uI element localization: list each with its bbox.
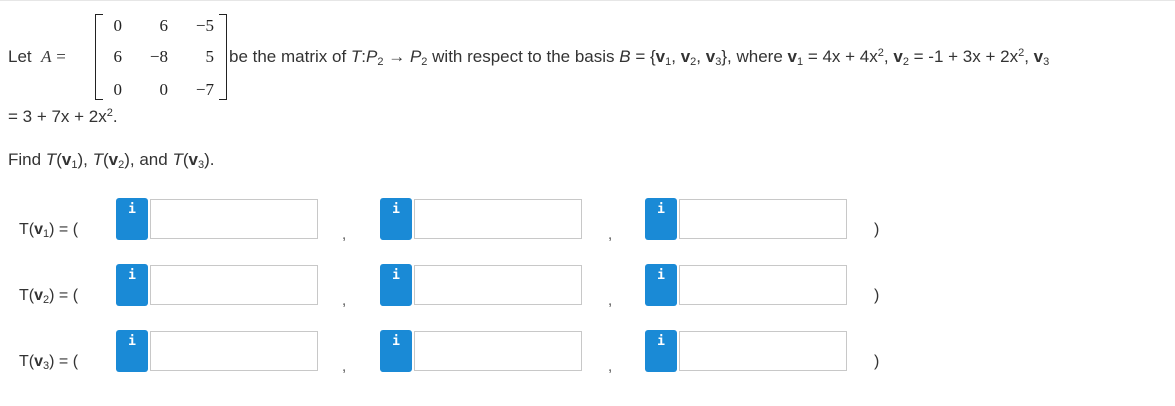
comma: , [608,292,613,309]
info-icon[interactable]: i [116,264,148,306]
info-icon[interactable]: i [645,198,677,240]
comma: , [342,292,347,309]
let-label: Let A = [8,47,66,66]
matrix-cell: 0 [113,80,123,99]
answer-field-r3-c3[interactable] [679,331,847,371]
answer-field-r1-c2[interactable] [414,199,582,239]
close-paren: ) [874,221,880,238]
info-icon[interactable]: i [645,264,677,306]
answer-field-r3-c2[interactable] [414,331,582,371]
row-label-t-v3: T(v3) = ( [19,353,79,372]
info-icon[interactable]: i [645,330,677,372]
comma: , [608,226,613,243]
matrix-cell: −8 [149,47,168,66]
row-label-t-v1: T(v1) = ( [19,221,79,240]
answer-field-r1-c1[interactable] [150,199,318,239]
matrix-cell: 0 [159,80,169,99]
answer-field-r3-c1[interactable] [150,331,318,371]
info-icon[interactable]: i [116,198,148,240]
matrix-right-bracket [219,14,227,100]
comma: , [608,358,613,375]
top-divider [0,0,1175,1]
matrix-cell: 6 [159,16,169,35]
matrix-cell: −5 [195,16,214,35]
matrix-cell: 5 [205,47,215,66]
answer-field-r2-c2[interactable] [414,265,582,305]
find-instruction: Find T(v1), T(v2), and T(v3). [8,150,215,171]
matrix-cell: −7 [195,80,214,99]
close-paren: ) [874,353,880,370]
answer-field-r2-c3[interactable] [679,265,847,305]
problem-description-cont: = 3 + 7x + 2x2. [8,107,118,126]
close-paren: ) [874,287,880,304]
comma: , [342,358,347,375]
info-icon[interactable]: i [380,330,412,372]
comma: , [342,226,347,243]
row-label-t-v2: T(v2) = ( [19,287,79,306]
problem-description: be the matrix of T:P2 → P2 with respect … [229,47,1050,68]
answer-field-r1-c3[interactable] [679,199,847,239]
matrix-cell: 0 [113,16,123,35]
info-icon[interactable]: i [116,330,148,372]
answer-field-r2-c1[interactable] [150,265,318,305]
matrix-cell: 6 [113,47,123,66]
info-icon[interactable]: i [380,198,412,240]
info-icon[interactable]: i [380,264,412,306]
